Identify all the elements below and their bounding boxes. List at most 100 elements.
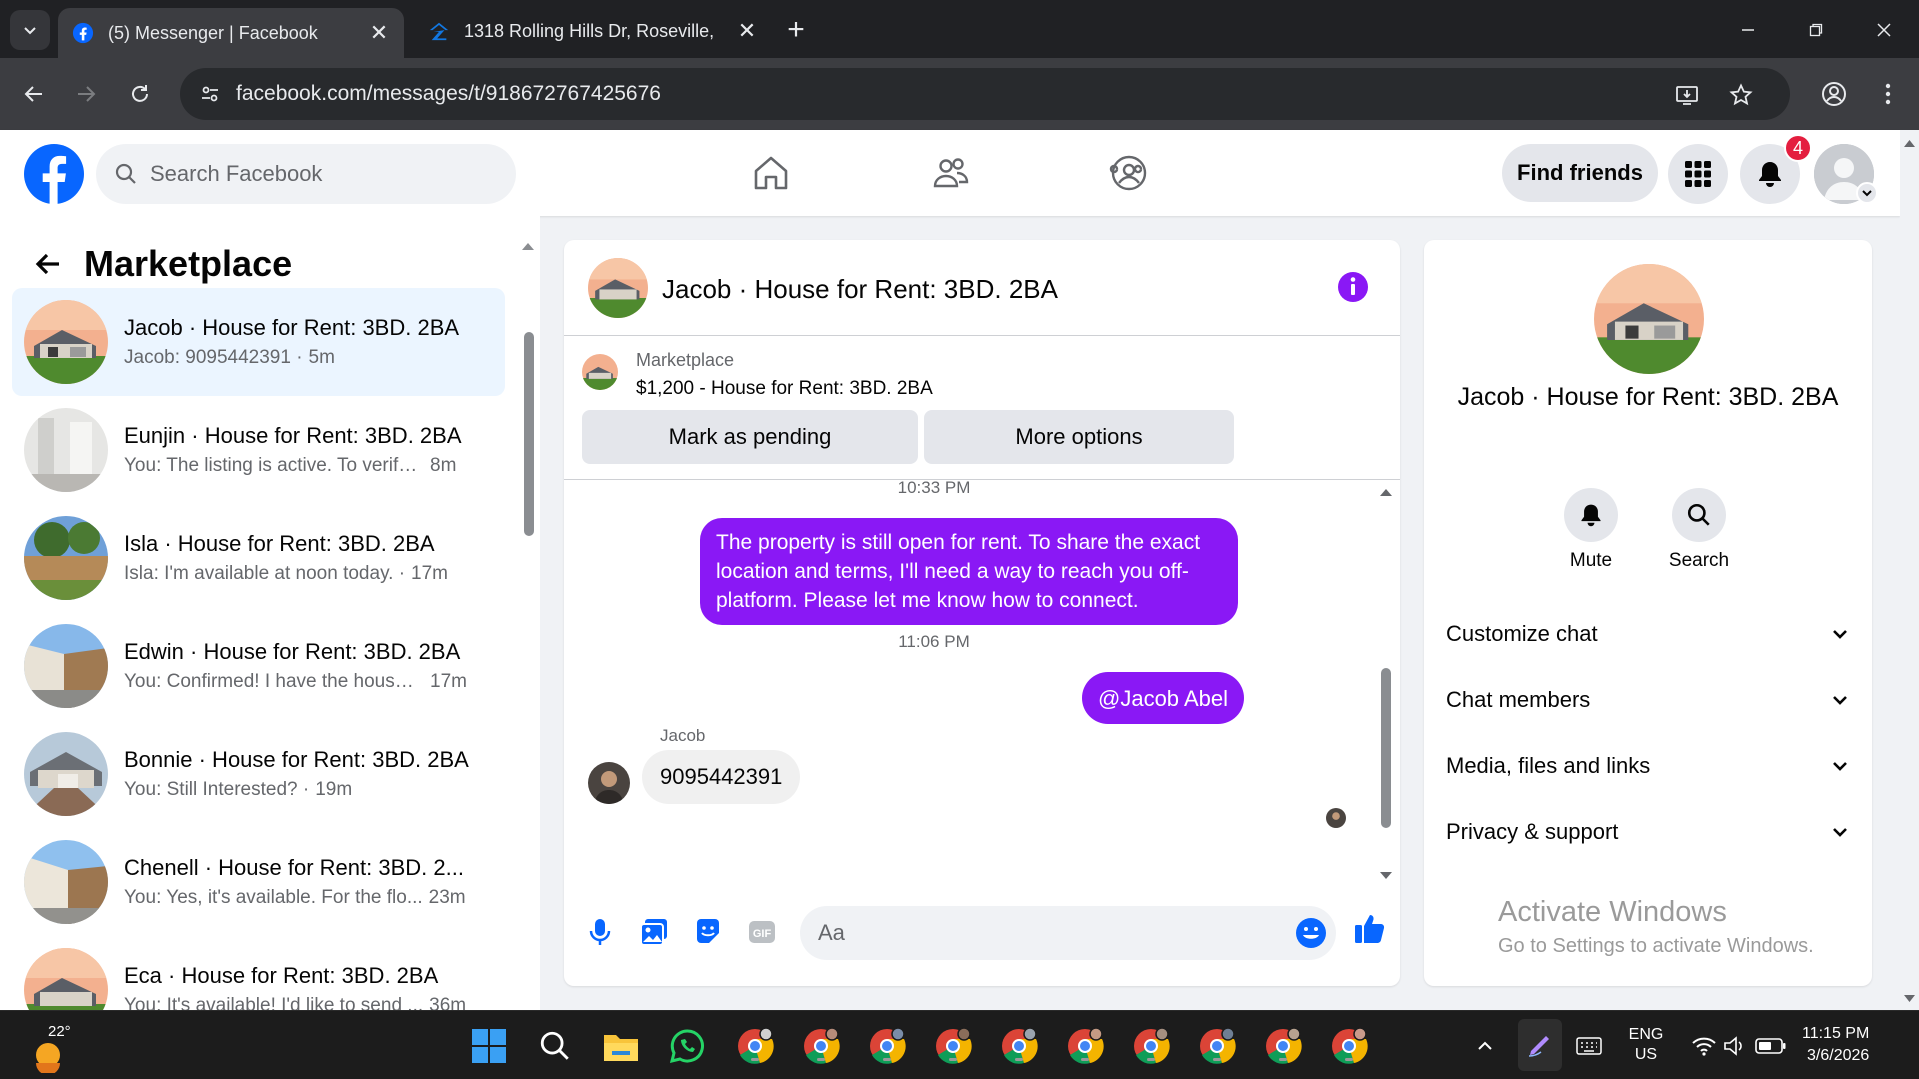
- taskbar-search-button[interactable]: [534, 1025, 576, 1067]
- conversation-item[interactable]: Jacob · House for Rent: 3BD. 2BA Jacob: …: [12, 288, 505, 396]
- menu-button[interactable]: [1668, 144, 1728, 204]
- search-input[interactable]: [150, 144, 500, 204]
- house-photo-avatar: [24, 300, 108, 384]
- scrollbar-thumb[interactable]: [1381, 668, 1391, 828]
- conversation-time: 17m: [430, 671, 467, 692]
- forward-button[interactable]: [66, 74, 106, 114]
- scroll-up-icon[interactable]: [520, 240, 536, 252]
- address-bar[interactable]: facebook.com/messages/t/918672767425676: [180, 68, 1790, 120]
- contact-avatar[interactable]: [1594, 264, 1704, 374]
- close-tab-icon[interactable]: ✕: [368, 20, 390, 45]
- chrome-profile-button[interactable]: [1814, 74, 1854, 114]
- facebook-header: Find friends 4: [0, 130, 1900, 216]
- nav-friends[interactable]: [926, 148, 976, 198]
- back-button[interactable]: [14, 74, 54, 114]
- chat-members-section[interactable]: Chat members: [1446, 672, 1850, 728]
- outgoing-message[interactable]: @Jacob Abel: [1082, 672, 1244, 724]
- chat-avatar[interactable]: [588, 258, 648, 318]
- thread-scrollbar[interactable]: [1378, 480, 1394, 890]
- language-indicator[interactable]: ENG US: [1624, 1025, 1668, 1065]
- file-explorer-button[interactable]: [600, 1025, 642, 1067]
- sender-avatar[interactable]: [588, 762, 630, 804]
- privacy-support-section[interactable]: Privacy & support: [1446, 804, 1850, 860]
- chrome-profile-8-button[interactable]: [1196, 1025, 1238, 1067]
- chrome-profile-9-button[interactable]: [1262, 1025, 1304, 1067]
- pen-menu-button[interactable]: [1518, 1019, 1562, 1071]
- attach-photo-button[interactable]: [636, 914, 672, 950]
- listing-thumbnail[interactable]: [582, 354, 618, 390]
- conversation-item[interactable]: Chenell · House for Rent: 3BD. 2... You:…: [12, 828, 505, 936]
- conversation-item[interactable]: Edwin · House for Rent: 3BD. 2BA You: Co…: [12, 612, 505, 720]
- scroll-up-icon[interactable]: [1900, 136, 1919, 150]
- voice-clip-button[interactable]: [582, 914, 618, 950]
- mark-as-pending-button[interactable]: Mark as pending: [582, 410, 918, 464]
- message-input[interactable]: [818, 906, 1278, 960]
- install-app-icon[interactable]: [1672, 80, 1702, 110]
- conversation-item[interactable]: Eca · House for Rent: 3BD. 2BA You: It's…: [12, 936, 505, 1010]
- close-window-button[interactable]: [1864, 12, 1904, 48]
- weather-widget[interactable]: 22°: [28, 1021, 88, 1073]
- url-text[interactable]: facebook.com/messages/t/918672767425676: [236, 82, 661, 106]
- quick-settings-button[interactable]: [1684, 1025, 1794, 1067]
- chrome-profile-1-button[interactable]: [734, 1025, 776, 1067]
- close-tab-icon[interactable]: ✕: [736, 18, 758, 43]
- facebook-logo-icon[interactable]: [24, 144, 84, 204]
- page-scrollbar[interactable]: [1900, 130, 1919, 1010]
- scroll-down-icon[interactable]: [1378, 870, 1394, 882]
- chrome-profile-6-button[interactable]: [1064, 1025, 1106, 1067]
- facebook-search[interactable]: [96, 144, 516, 204]
- tab-zillow[interactable]: 1318 Rolling Hills Dr, Roseville, ✕: [414, 8, 772, 54]
- tab-messenger[interactable]: (5) Messenger | Facebook ✕: [58, 8, 404, 58]
- conversation-preview: Isla: I'm available at noon today. ·: [124, 563, 406, 584]
- section-label: Customize chat: [1446, 621, 1598, 646]
- sticker-button[interactable]: [690, 914, 726, 950]
- listing-title[interactable]: $1,200 - House for Rent: 3BD. 2BA: [636, 378, 933, 400]
- new-tab-button[interactable]: +: [780, 13, 812, 46]
- chrome-profile-7-button[interactable]: [1130, 1025, 1172, 1067]
- conversation-item[interactable]: Eunjin · House for Rent: 3BD. 2BA You: T…: [12, 396, 505, 504]
- chat-panel: Jacob · House for Rent: 3BD. 2BA Marketp…: [564, 240, 1400, 986]
- search-in-chat-button[interactable]: Search: [1654, 488, 1744, 572]
- media-files-links-section[interactable]: Media, files and links: [1446, 738, 1850, 794]
- chrome-profile-3-button[interactable]: [866, 1025, 908, 1067]
- tab-search-button[interactable]: [10, 10, 50, 50]
- inbox-scrollbar[interactable]: [520, 236, 536, 1021]
- chrome-profile-5-button[interactable]: [998, 1025, 1040, 1067]
- outgoing-message[interactable]: The property is still open for rent. To …: [700, 518, 1238, 625]
- mute-button[interactable]: Mute: [1546, 488, 1636, 572]
- chrome-profile-4-button[interactable]: [932, 1025, 974, 1067]
- watermark-subtitle: Go to Settings to activate Windows.: [1498, 935, 1814, 957]
- more-options-button[interactable]: More options: [924, 410, 1234, 464]
- like-button[interactable]: [1352, 910, 1388, 946]
- whatsapp-button[interactable]: [666, 1025, 708, 1067]
- minimize-button[interactable]: [1728, 12, 1768, 48]
- chrome-profile-2-button[interactable]: [800, 1025, 842, 1067]
- bookmark-star-icon[interactable]: [1726, 80, 1756, 110]
- system-clock[interactable]: 11:15 PM 3/6/2026: [1802, 1023, 1869, 1067]
- incoming-message[interactable]: 9095442391: [642, 750, 801, 804]
- conversation-item[interactable]: Bonnie · House for Rent: 3BD. 2BA You: S…: [12, 720, 505, 828]
- show-hidden-icons-button[interactable]: [1470, 1025, 1500, 1067]
- scroll-up-icon[interactable]: [1378, 486, 1394, 498]
- scroll-down-icon[interactable]: [1900, 992, 1919, 1006]
- touch-keyboard-button[interactable]: [1572, 1025, 1606, 1067]
- nav-home[interactable]: [746, 148, 796, 198]
- back-button[interactable]: [28, 244, 68, 284]
- chrome-menu-button[interactable]: [1868, 74, 1908, 114]
- emoji-icon[interactable]: [1294, 916, 1328, 950]
- conversation-item[interactable]: Isla · House for Rent: 3BD. 2BA Isla: I'…: [12, 504, 505, 612]
- reload-button[interactable]: [120, 74, 160, 114]
- nav-groups[interactable]: [1104, 148, 1154, 198]
- restore-button[interactable]: [1796, 12, 1836, 48]
- info-icon[interactable]: [1336, 270, 1370, 304]
- start-button[interactable]: [468, 1025, 510, 1067]
- chrome-profile-10-button[interactable]: [1328, 1025, 1370, 1067]
- gif-button[interactable]: GIF: [744, 914, 780, 950]
- profile-icon: [1822, 82, 1846, 106]
- chat-title[interactable]: Jacob · House for Rent: 3BD. 2BA: [662, 274, 1058, 305]
- find-friends-button[interactable]: Find friends: [1502, 144, 1658, 202]
- customize-chat-section[interactable]: Customize chat: [1446, 606, 1850, 662]
- scrollbar-thumb[interactable]: [524, 332, 534, 536]
- site-info-icon[interactable]: [194, 78, 226, 110]
- account-caret-icon[interactable]: [1856, 182, 1878, 204]
